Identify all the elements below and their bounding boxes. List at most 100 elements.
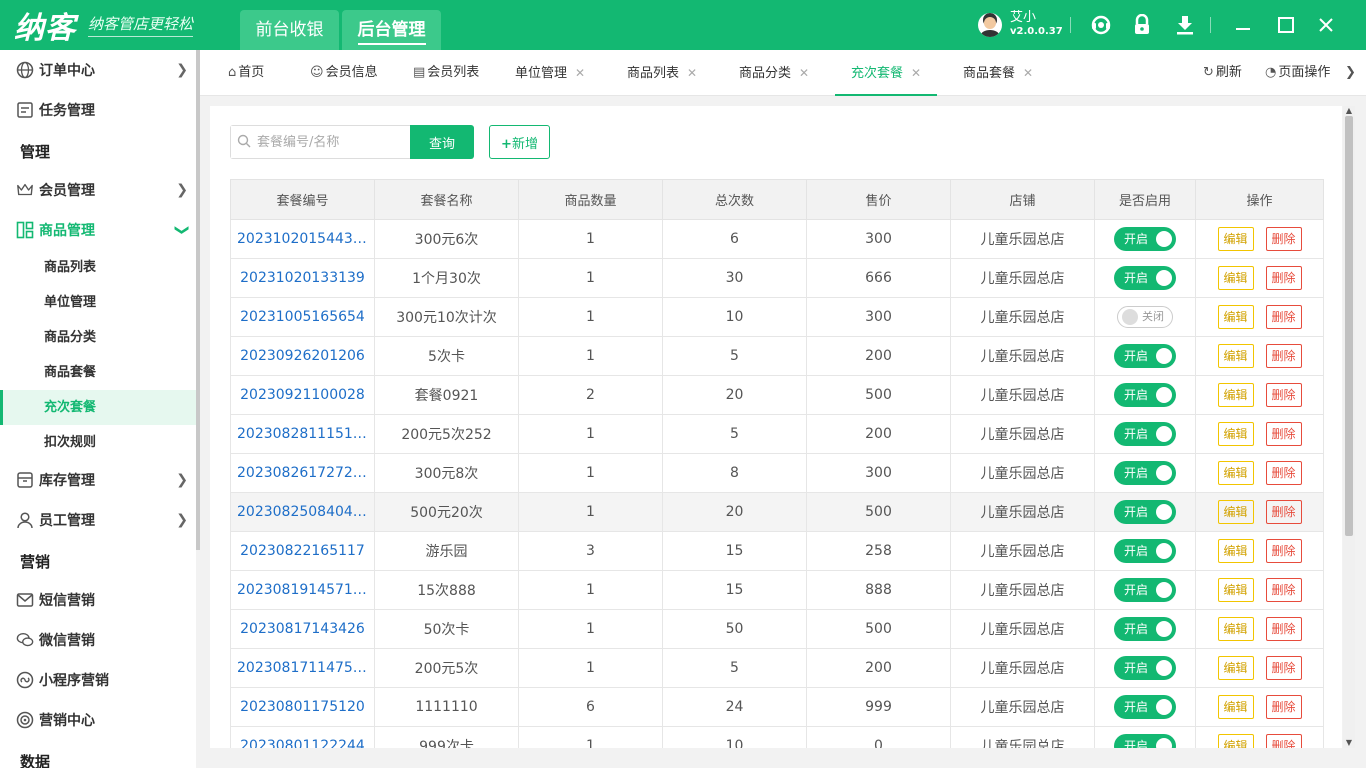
sidebar-item-orders[interactable]: 订单中心 ❯	[0, 50, 196, 90]
delete-button[interactable]: 删除	[1265, 305, 1302, 329]
maximize-icon[interactable]	[1273, 12, 1299, 38]
tab-front-cashier[interactable]: 前台收银	[240, 10, 339, 50]
edit-button[interactable]: 编辑	[1217, 500, 1254, 524]
scroll-down-icon[interactable]: ▼	[1343, 738, 1355, 748]
delete-button[interactable]: 删除	[1265, 539, 1302, 563]
code-cell[interactable]: 20231020133139	[230, 258, 375, 298]
code-cell[interactable]: 20230825084048201	[230, 492, 375, 532]
content-scrollbar[interactable]: ▲ ▼	[1343, 106, 1355, 748]
sidebar-item-members[interactable]: 会员管理 ❯	[0, 170, 196, 210]
sidebar-item-sms[interactable]: 短信营销	[0, 580, 196, 620]
edit-button[interactable]: 编辑	[1217, 383, 1254, 407]
delete-button[interactable]: 删除	[1265, 734, 1302, 748]
code-cell[interactable]: 20231020154436101	[230, 219, 375, 259]
code-cell[interactable]: 20230801175120	[230, 687, 375, 727]
sidebar-item-wechat[interactable]: 微信营销	[0, 620, 196, 660]
enabled-toggle[interactable]: 开启	[1114, 656, 1176, 680]
query-button[interactable]: 查询	[410, 125, 474, 159]
sidebar-item-staff[interactable]: 员工管理 ❯	[0, 500, 196, 540]
code-cell[interactable]: 20231005165654	[230, 297, 375, 337]
enabled-toggle[interactable]: 开启	[1114, 695, 1176, 719]
sidebar-sub-product-list[interactable]: 商品列表	[0, 250, 196, 285]
minimize-icon[interactable]	[1230, 12, 1256, 38]
enabled-toggle[interactable]: 开启	[1114, 422, 1176, 446]
close-icon[interactable]: ✕	[687, 66, 697, 80]
delete-button[interactable]: 删除	[1265, 656, 1302, 680]
enabled-toggle[interactable]: 开启	[1114, 617, 1176, 641]
edit-button[interactable]: 编辑	[1217, 305, 1254, 329]
enabled-toggle[interactable]: 开启	[1114, 383, 1176, 407]
edit-button[interactable]: 编辑	[1217, 734, 1254, 748]
download-icon[interactable]	[1172, 12, 1198, 38]
tab-product-bundles[interactable]: 商品套餐 ✕	[963, 50, 1033, 96]
close-icon[interactable]: ✕	[911, 66, 921, 80]
lock-icon[interactable]	[1129, 12, 1155, 38]
sidebar-item-products[interactable]: 商品管理 ❯	[0, 210, 196, 250]
delete-button[interactable]: 删除	[1265, 383, 1302, 407]
tab-product-list[interactable]: 商品列表 ✕	[627, 50, 697, 96]
search-input[interactable]	[231, 126, 410, 158]
sidebar-item-miniprogram[interactable]: 小程序营销	[0, 660, 196, 700]
delete-button[interactable]: 删除	[1265, 617, 1302, 641]
code-cell[interactable]: 20230921100028	[230, 375, 375, 415]
code-cell[interactable]: 20230828111511501	[230, 414, 375, 454]
code-cell[interactable]: 20230817114751101	[230, 648, 375, 688]
sidebar-item-marketing-center[interactable]: 营销中心	[0, 700, 196, 740]
sidebar-sub-recharge-packages[interactable]: 充次套餐	[0, 390, 196, 425]
close-icon[interactable]: ✕	[1023, 66, 1033, 80]
edit-button[interactable]: 编辑	[1217, 344, 1254, 368]
code-cell[interactable]: 20230826172728501	[230, 453, 375, 493]
sidebar-sub-categories[interactable]: 商品分类	[0, 320, 196, 355]
close-icon[interactable]: ✕	[575, 66, 585, 80]
delete-button[interactable]: 删除	[1265, 266, 1302, 290]
tab-categories[interactable]: 商品分类 ✕	[739, 50, 809, 96]
enabled-toggle[interactable]: 开启	[1114, 500, 1176, 524]
edit-button[interactable]: 编辑	[1217, 461, 1254, 485]
refresh-button[interactable]: ↻ 刷新	[1203, 50, 1242, 96]
tab-member-list[interactable]: ▤ 会员列表	[413, 50, 479, 96]
enabled-toggle[interactable]: 关闭	[1117, 306, 1173, 328]
page-ops-button[interactable]: ◔ 页面操作	[1265, 50, 1330, 96]
tab-units[interactable]: 单位管理 ✕	[515, 50, 585, 96]
sidebar-item-inventory[interactable]: 库存管理 ❯	[0, 460, 196, 500]
delete-button[interactable]: 删除	[1265, 500, 1302, 524]
tab-recharge-packages[interactable]: 充次套餐 ✕	[834, 50, 938, 96]
enabled-toggle[interactable]: 开启	[1114, 734, 1176, 748]
enabled-toggle[interactable]: 开启	[1114, 578, 1176, 602]
enabled-toggle[interactable]: 开启	[1114, 344, 1176, 368]
tab-back-office[interactable]: 后台管理	[342, 10, 441, 50]
close-icon[interactable]	[1313, 12, 1339, 38]
code-cell[interactable]: 20230801122244	[230, 726, 375, 748]
code-cell[interactable]: 20230822165117	[230, 531, 375, 571]
edit-button[interactable]: 编辑	[1217, 578, 1254, 602]
chevron-right-icon[interactable]: ❯	[1345, 50, 1356, 96]
delete-button[interactable]: 删除	[1265, 461, 1302, 485]
edit-button[interactable]: 编辑	[1217, 266, 1254, 290]
delete-button[interactable]: 删除	[1265, 422, 1302, 446]
delete-button[interactable]: 删除	[1265, 344, 1302, 368]
edit-button[interactable]: 编辑	[1217, 422, 1254, 446]
scroll-up-icon[interactable]: ▲	[1343, 106, 1355, 116]
edit-button[interactable]: 编辑	[1217, 617, 1254, 641]
sidebar-sub-units[interactable]: 单位管理	[0, 285, 196, 320]
enabled-toggle[interactable]: 开启	[1114, 461, 1176, 485]
edit-button[interactable]: 编辑	[1217, 539, 1254, 563]
sidebar-scrollbar[interactable]	[196, 50, 200, 550]
sidebar-sub-deduction-rules[interactable]: 扣次规则	[0, 425, 196, 460]
code-cell[interactable]: 20230819145715901	[230, 570, 375, 610]
enabled-toggle[interactable]: 开启	[1114, 539, 1176, 563]
enabled-toggle[interactable]: 开启	[1114, 227, 1176, 251]
tab-member-info[interactable]: ☺ 会员信息	[310, 50, 378, 96]
edit-button[interactable]: 编辑	[1217, 227, 1254, 251]
sidebar-item-tasks[interactable]: 任务管理	[0, 90, 196, 130]
enabled-toggle[interactable]: 开启	[1114, 266, 1176, 290]
sidebar-sub-product-bundles[interactable]: 商品套餐	[0, 355, 196, 390]
support-icon[interactable]	[1088, 12, 1114, 38]
edit-button[interactable]: 编辑	[1217, 695, 1254, 719]
delete-button[interactable]: 删除	[1265, 578, 1302, 602]
code-cell[interactable]: 20230926201206	[230, 336, 375, 376]
close-icon[interactable]: ✕	[799, 66, 809, 80]
user-profile[interactable]: 艾小 v2.0.0.37	[978, 8, 1063, 42]
delete-button[interactable]: 删除	[1265, 227, 1302, 251]
scroll-thumb[interactable]	[1345, 116, 1353, 536]
